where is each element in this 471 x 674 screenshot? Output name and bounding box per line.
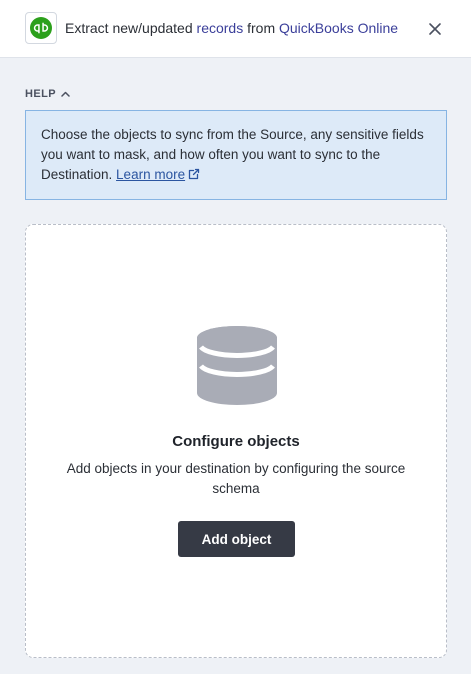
- configure-objects-description: Add objects in your destination by confi…: [66, 461, 406, 496]
- help-panel: Choose the objects to sync from the Sour…: [25, 110, 447, 200]
- records-link: records: [196, 20, 244, 36]
- help-toggle[interactable]: HELP: [25, 87, 70, 101]
- help-text: Choose the objects to sync from the Sour…: [41, 127, 424, 182]
- database-icon: [197, 326, 277, 405]
- learn-more-link[interactable]: Learn more: [116, 167, 185, 182]
- close-icon: [429, 23, 441, 35]
- quickbooks-logo-icon: [30, 17, 52, 39]
- help-toggle-label: HELP: [25, 88, 56, 100]
- panel-header: Extract new/updated records from QuickBo…: [0, 0, 471, 58]
- configure-objects-card: Configure objects Add objects in your de…: [25, 224, 447, 658]
- panel-title: Extract new/updated records from QuickBo…: [65, 19, 398, 37]
- quickbooks-logo: [25, 12, 57, 44]
- title-middle: from: [243, 20, 279, 36]
- configure-objects-title: Configure objects: [172, 433, 300, 450]
- add-object-button[interactable]: Add object: [178, 521, 295, 557]
- external-link-icon[interactable]: [188, 166, 200, 186]
- quickbooks-online-link: QuickBooks Online: [279, 20, 399, 36]
- chevron-up-icon: [61, 91, 70, 97]
- close-button[interactable]: [425, 19, 445, 39]
- title-prefix: Extract new/updated: [65, 20, 197, 36]
